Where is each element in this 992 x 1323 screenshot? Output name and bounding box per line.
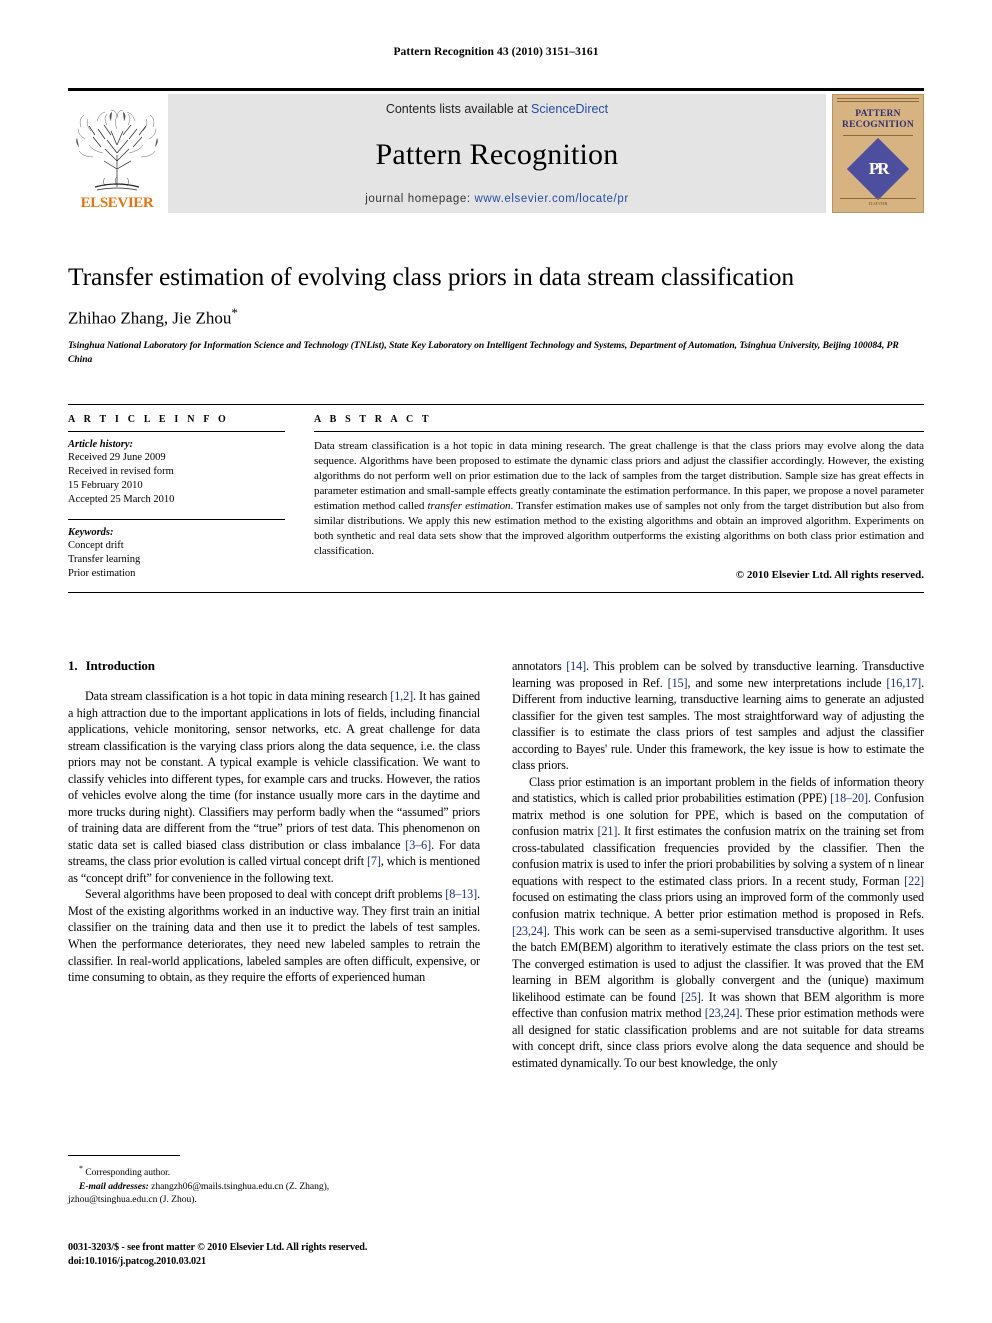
journal-homepage-line: journal homepage: www.elsevier.com/locat… bbox=[365, 193, 629, 205]
abstract-italic-term: transfer estimation bbox=[427, 500, 511, 513]
text-run: , and some new interpretations include bbox=[687, 675, 887, 690]
citation-ref[interactable]: [1,2] bbox=[390, 689, 413, 703]
article-info-rule bbox=[68, 431, 285, 432]
keyword-item: Prior estimation bbox=[68, 567, 136, 579]
elsevier-logo: ELSEVIER bbox=[68, 94, 166, 213]
citation-ref[interactable]: [7] bbox=[367, 854, 381, 868]
doi-line[interactable]: doi:10.1016/j.patcog.2010.03.021 bbox=[68, 1255, 528, 1269]
masthead-center: Contents lists available at ScienceDirec… bbox=[168, 94, 826, 213]
paragraph: Data stream classification is a hot topi… bbox=[68, 688, 480, 886]
journal-masthead: ELSEVIER Contents lists available at Sci… bbox=[68, 88, 924, 213]
cover-footer-text: ELSEVIER bbox=[868, 201, 888, 206]
keyword-item: Transfer learning bbox=[68, 553, 141, 565]
running-head: Pattern Recognition 43 (2010) 3151–3161 bbox=[393, 46, 599, 58]
article-info-column: A R T I C L E I N F O Article history: R… bbox=[68, 405, 303, 581]
keywords-rule bbox=[68, 518, 285, 520]
paragraph: Several algorithms have been proposed to… bbox=[68, 886, 480, 985]
cover-rule bbox=[842, 134, 914, 136]
affiliation: Tsinghua National Laboratory for Informa… bbox=[68, 339, 899, 365]
citation-ref[interactable]: [23,24] bbox=[512, 924, 547, 938]
keywords-block: Keywords: Concept drift Transfer learnin… bbox=[68, 527, 285, 581]
corresponding-author-marker: * bbox=[231, 305, 238, 321]
paragraph: annotators [14]. This problem can be sol… bbox=[512, 658, 924, 774]
corresponding-author-note: * Corresponding author. bbox=[68, 1163, 480, 1180]
abstract-text: Data stream classification is a hot topi… bbox=[314, 439, 924, 560]
text-run: Data stream classification is a hot topi… bbox=[85, 689, 391, 703]
citation-ref[interactable]: [15] bbox=[668, 676, 688, 690]
article-history-label: Article history: bbox=[68, 439, 134, 450]
title-block: Transfer estimation of evolving class pr… bbox=[68, 262, 924, 367]
footnote-rule bbox=[68, 1155, 180, 1156]
imprint-block: 0031-3203/$ - see front matter © 2010 El… bbox=[68, 1241, 528, 1270]
journal-cover-thumbnail: PATTERN RECOGNITION PR ELSEVIER bbox=[832, 94, 924, 213]
elsevier-tree-icon bbox=[76, 109, 158, 191]
citation-ref[interactable]: [14] bbox=[566, 659, 586, 673]
cover-monogram-diamond: PR bbox=[846, 137, 910, 200]
cover-top-rule bbox=[837, 98, 919, 102]
journal-homepage-link[interactable]: www.elsevier.com/locate/pr bbox=[474, 193, 628, 205]
citation-ref[interactable]: [16,17] bbox=[886, 676, 921, 690]
citation-ref[interactable]: [18–20] bbox=[830, 791, 868, 805]
contents-list-line: Contents lists available at ScienceDirec… bbox=[386, 102, 608, 116]
citation-ref[interactable]: [22] bbox=[904, 874, 924, 888]
author-names: Zhihao Zhang, Jie Zhou bbox=[68, 308, 232, 328]
text-run: Corresponding author. bbox=[85, 1167, 171, 1179]
history-line: Received 29 June 2009 bbox=[68, 452, 166, 463]
cover-title-line1: PATTERN bbox=[855, 109, 901, 119]
cover-bottom-rule bbox=[840, 198, 916, 199]
asterisk-icon: * bbox=[79, 1164, 83, 1173]
keyword-item: Concept drift bbox=[68, 539, 124, 551]
section-heading-introduction: 1. Introduction bbox=[68, 658, 480, 674]
cover-monogram-text: PR bbox=[868, 158, 888, 178]
abstract-rule bbox=[314, 431, 924, 432]
info-abstract-bottom-rule bbox=[68, 591, 924, 593]
paragraph: Class prior estimation is an important p… bbox=[512, 774, 924, 1072]
history-line: Accepted 25 March 2010 bbox=[68, 493, 175, 505]
abstract-heading: A B S T R A C T bbox=[314, 414, 432, 425]
history-line: Received in revised form bbox=[68, 465, 174, 477]
text-run: . It has gained a high attraction due to… bbox=[68, 689, 480, 852]
section-name: Introduction bbox=[85, 658, 155, 673]
text-run: . Different from inductive learning, tra… bbox=[512, 675, 924, 773]
section-number: 1. bbox=[68, 658, 78, 673]
abstract-column: A B S T R A C T Data stream classificati… bbox=[303, 405, 924, 581]
issn-copyright-line: 0031-3203/$ - see front matter © 2010 El… bbox=[68, 1242, 368, 1253]
email-note: E-mail addresses: zhangzh06@mails.tsingh… bbox=[68, 1180, 480, 1194]
body-right-column: annotators [14]. This problem can be sol… bbox=[512, 658, 924, 1071]
keywords-label: Keywords: bbox=[68, 526, 114, 538]
journal-title: Pattern Recognition bbox=[375, 137, 619, 171]
page-title: Transfer estimation of evolving class pr… bbox=[68, 262, 795, 291]
text-run: Several algorithms have been proposed to… bbox=[85, 887, 446, 902]
body-columns: 1. Introduction Data stream classificatio… bbox=[68, 658, 924, 1071]
author-list: Zhihao Zhang, Jie Zhou* bbox=[68, 305, 924, 329]
history-line: 15 February 2010 bbox=[68, 479, 143, 491]
cover-title: PATTERN RECOGNITION bbox=[842, 109, 914, 131]
body-left-column: 1. Introduction Data stream classificatio… bbox=[68, 658, 480, 1071]
email-note-line2[interactable]: jzhou@tsinghua.edu.cn (J. Zhou). bbox=[68, 1193, 480, 1207]
text-run: . Most of the existing algorithms worked… bbox=[68, 887, 480, 985]
sciencedirect-link[interactable]: ScienceDirect bbox=[531, 102, 608, 116]
article-info-heading: A R T I C L E I N F O bbox=[68, 414, 229, 425]
info-abstract-columns: A R T I C L E I N F O Article history: R… bbox=[68, 405, 924, 581]
journal-article-page: Pattern Recognition 43 (2010) 3151–3161 bbox=[0, 0, 992, 1323]
elsevier-wordmark: ELSEVIER bbox=[80, 195, 154, 211]
homepage-prefix: journal homepage: bbox=[365, 193, 475, 205]
citation-ref[interactable]: [3–6] bbox=[405, 838, 431, 852]
citation-ref[interactable]: [23,24] bbox=[705, 1006, 740, 1020]
footnote-block: * Corresponding author. E-mail addresses… bbox=[68, 1155, 480, 1207]
email-label: E-mail addresses: bbox=[79, 1180, 149, 1192]
info-abstract-section: A R T I C L E I N F O Article history: R… bbox=[68, 404, 924, 593]
copyright-line: © 2010 Elsevier Ltd. All rights reserved… bbox=[735, 568, 924, 581]
cover-title-line2: RECOGNITION bbox=[842, 119, 914, 130]
contents-prefix: Contents lists available at bbox=[385, 102, 532, 116]
text-run: focused on estimating the class priors u… bbox=[512, 890, 924, 921]
text-run: annotators bbox=[512, 659, 567, 673]
citation-ref[interactable]: [8–13] bbox=[445, 887, 477, 901]
citation-ref[interactable]: [21] bbox=[598, 824, 618, 838]
citation-ref[interactable]: [25] bbox=[681, 990, 701, 1004]
email-address-1[interactable]: zhangzh06@mails.tsinghua.edu.cn (Z. Zhan… bbox=[149, 1181, 329, 1192]
